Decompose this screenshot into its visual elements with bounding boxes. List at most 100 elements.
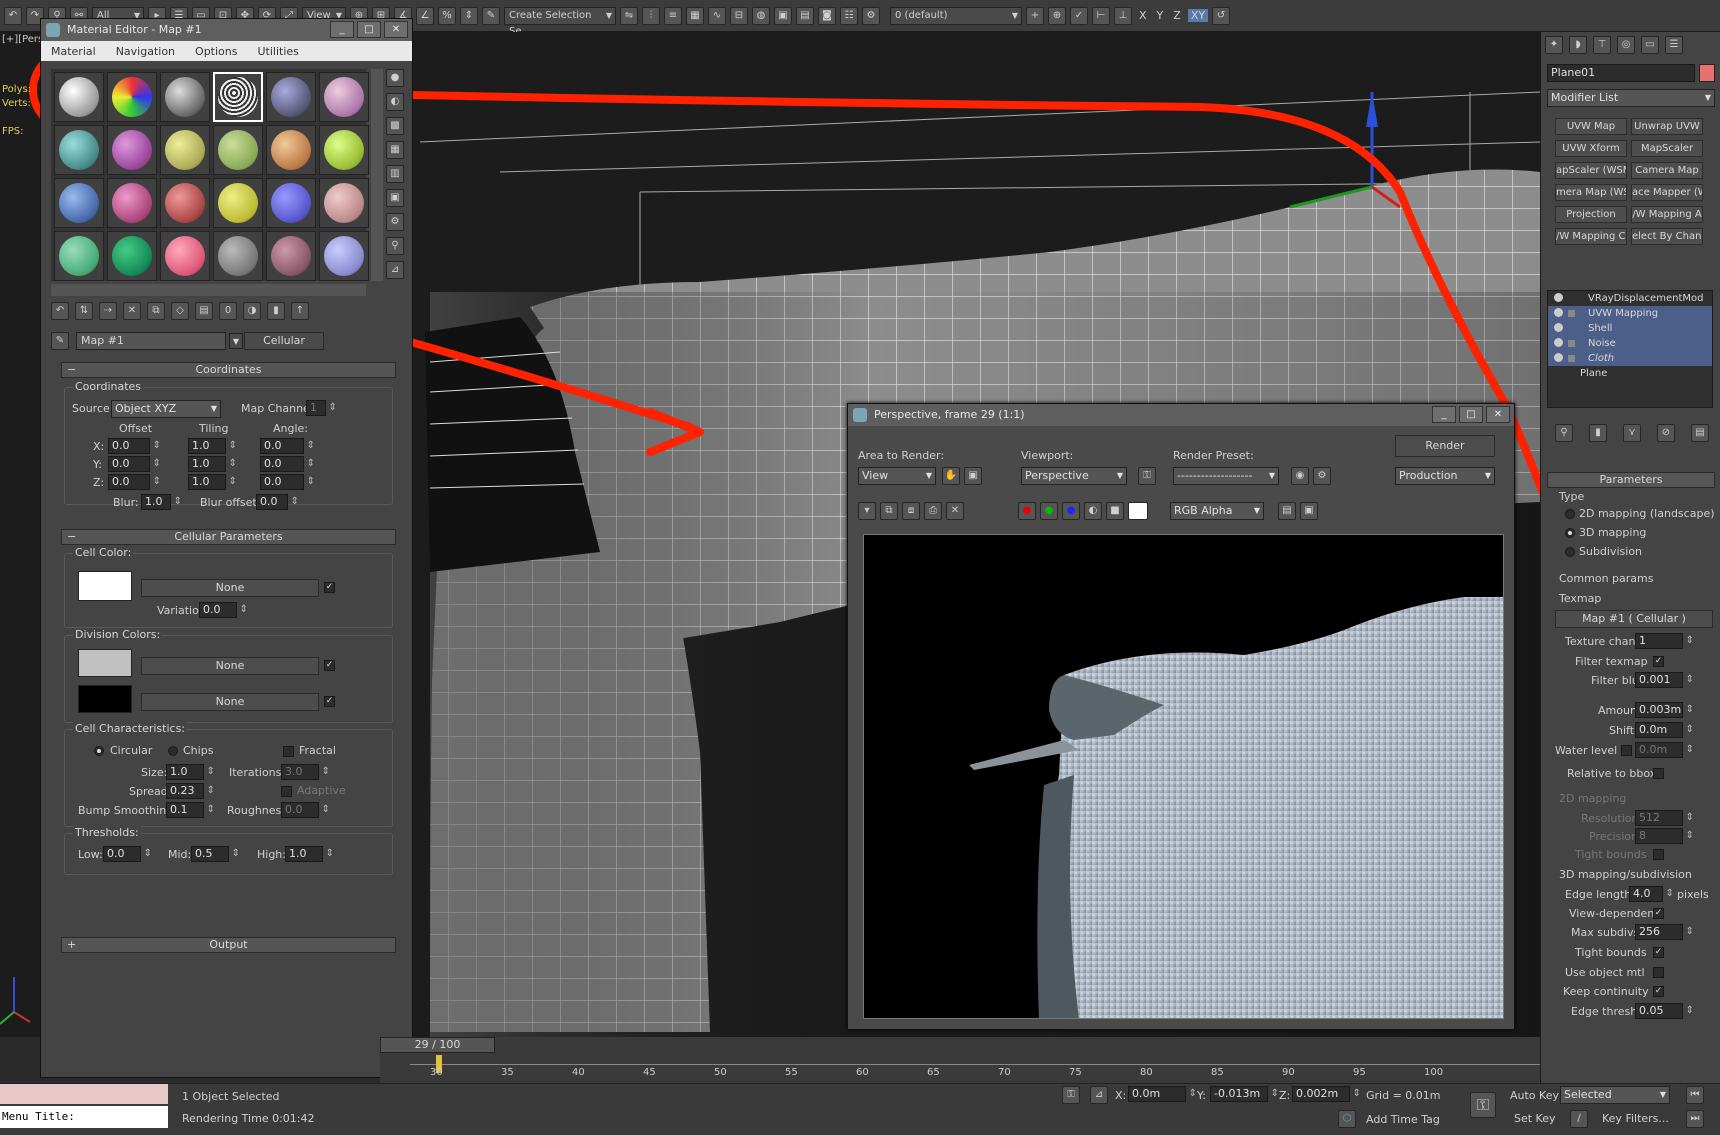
division-map-2-checkbox[interactable]: ✓ — [324, 696, 335, 707]
close-button[interactable]: ✕ — [384, 21, 408, 38]
make-unique-icon[interactable]: ◇ — [171, 302, 189, 320]
bulb-icon[interactable] — [1554, 338, 1563, 347]
sample-slot[interactable] — [160, 72, 210, 122]
tiling-x-spinner[interactable]: 1.0 — [188, 438, 237, 454]
copy-material-icon[interactable]: ⧉ — [147, 302, 165, 320]
tiling-z-spinner[interactable]: 1.0 — [188, 474, 237, 490]
edit-named-sel-icon[interactable]: ✎ — [482, 6, 500, 25]
uv-tiling-icon[interactable]: ▦ — [386, 141, 404, 159]
add-layer-icon[interactable]: + — [1026, 6, 1044, 25]
bulb-icon[interactable] — [1554, 323, 1563, 332]
sample-slot[interactable] — [54, 231, 104, 281]
minimize-button[interactable]: _ — [330, 21, 354, 38]
modifier-button[interactable]: UVW Xform — [1555, 140, 1627, 157]
sample-slot[interactable] — [160, 125, 210, 175]
sample-slot[interactable] — [266, 178, 316, 228]
select-by-material-icon[interactable]: ⚲ — [386, 237, 404, 255]
percent-snap-icon[interactable]: % — [438, 6, 456, 25]
key-tangent-icon[interactable]: ∕ — [1570, 1110, 1588, 1128]
clear-image-icon[interactable]: ✕ — [946, 502, 964, 520]
edit-region-icon[interactable]: ✋ — [942, 467, 960, 485]
angle-z-spinner[interactable]: 0.0 — [260, 474, 315, 490]
type-2d-radio[interactable] — [1565, 509, 1575, 519]
named-selection-dropdown[interactable]: Create Selection Se — [504, 6, 616, 37]
create-tab-icon[interactable]: ✦ — [1545, 36, 1563, 54]
sample-slot[interactable] — [54, 125, 104, 175]
division-map-1-button[interactable]: None — [141, 657, 319, 675]
video-color-check-icon[interactable]: ▥ — [386, 165, 404, 183]
render-preset-dropdown[interactable]: ------------------- — [1173, 467, 1279, 485]
set-current-layer-icon[interactable]: ✓ — [1070, 6, 1088, 25]
material-editor-icon[interactable]: ◍ — [752, 6, 770, 25]
adaptive-checkbox[interactable] — [281, 786, 292, 797]
configure-sets-icon[interactable]: ▤ — [1691, 424, 1709, 442]
sample-slot[interactable] — [54, 178, 104, 228]
fractal-checkbox[interactable] — [283, 746, 294, 757]
show-end-result-icon[interactable]: ▮ — [267, 302, 285, 320]
show-end-result-icon[interactable]: ▮ — [1589, 424, 1607, 442]
auto-key-button[interactable]: Auto Key — [1510, 1089, 1559, 1102]
render-setup-icon[interactable]: ◉ — [1291, 467, 1309, 485]
division-color-2-swatch[interactable] — [78, 685, 132, 713]
bump-smoothing-spinner[interactable]: 0.1 — [166, 802, 215, 818]
sample-slot[interactable] — [107, 178, 157, 228]
restrict-icon[interactable]: ⊥ — [1114, 6, 1132, 25]
shift-spinner[interactable]: 0.0m — [1635, 722, 1694, 738]
layer-dropdown[interactable]: 0 (default) — [890, 6, 1022, 25]
spinner-snap-icon[interactable]: ⇕ — [460, 6, 478, 25]
undo-icon[interactable]: ↶ — [4, 6, 22, 25]
map-name-dropdown-icon[interactable]: ▼ — [229, 333, 243, 349]
menu-material[interactable]: Material — [51, 45, 96, 58]
material-id-icon[interactable]: 0 — [219, 302, 237, 320]
cell-color-map-button[interactable]: None — [141, 579, 319, 597]
blue-channel-icon[interactable]: ● — [1062, 502, 1080, 520]
menu-options[interactable]: Options — [195, 45, 237, 58]
expand-icon[interactable] — [1568, 340, 1575, 347]
tight-bounds-checkbox[interactable]: ✓ — [1653, 947, 1664, 958]
axis-xy-button[interactable]: XY — [1187, 9, 1209, 22]
amount-spinner[interactable]: 0.003m — [1635, 702, 1694, 718]
chips-radio[interactable] — [168, 746, 178, 756]
texmap-button[interactable]: Map #1 ( Cellular ) — [1555, 610, 1713, 628]
bulb-icon[interactable] — [1554, 353, 1563, 362]
hierarchy-tab-icon[interactable]: ⊤ — [1593, 36, 1611, 54]
max-subdivs-spinner[interactable]: 256 — [1635, 924, 1694, 940]
absolute-mode-icon[interactable]: ⊿ — [1090, 1086, 1108, 1104]
sample-slot[interactable] — [319, 178, 369, 228]
z-coord-field[interactable]: 0.002m — [1292, 1086, 1361, 1102]
type-subdivision-radio[interactable] — [1565, 547, 1575, 557]
spread-spinner[interactable]: 0.23 — [166, 783, 215, 799]
bulb-icon[interactable] — [1554, 293, 1563, 302]
alpha-channel-icon[interactable]: ◐ — [1084, 502, 1102, 520]
mirror-icon[interactable]: ⇋ — [620, 6, 638, 25]
go-to-parent-icon[interactable]: ↑ — [291, 302, 309, 320]
use-object-mtl-checkbox[interactable] — [1653, 967, 1664, 978]
layer-manager-icon[interactable]: ≡ — [664, 6, 682, 25]
save-image-icon[interactable]: ▾ — [858, 502, 876, 520]
put-to-scene-icon[interactable]: ⇅ — [75, 302, 93, 320]
tiling-y-spinner[interactable]: 1.0 — [188, 456, 237, 472]
select-layer-icon[interactable]: ⊕ — [1048, 6, 1066, 25]
resolution-spinner[interactable]: 512 — [1635, 810, 1694, 826]
sample-type-icon[interactable]: ● — [386, 69, 404, 87]
get-material-icon[interactable]: ↶ — [51, 302, 69, 320]
make-preview-icon[interactable]: ▣ — [386, 189, 404, 207]
stack-item-selected[interactable]: Shell — [1548, 321, 1712, 336]
object-color-swatch[interactable] — [1699, 64, 1715, 82]
edge-thresh-spinner[interactable]: 0.05 — [1635, 1003, 1694, 1019]
expand-icon[interactable] — [1568, 310, 1575, 317]
modifier-button[interactable]: UVW Map — [1555, 118, 1627, 135]
modifier-button[interactable]: MapScaler — [1631, 140, 1703, 157]
selection-lock-icon[interactable]: ⚿ — [1062, 1086, 1080, 1104]
green-channel-icon[interactable]: ● — [1040, 502, 1058, 520]
stack-item-selected[interactable]: UVW Mapping — [1548, 306, 1712, 321]
circular-radio[interactable] — [94, 746, 104, 756]
show-shaded-icon[interactable]: ◑ — [243, 302, 261, 320]
modifier-button[interactable]: apScaler (WSM — [1555, 162, 1627, 179]
high-spinner[interactable]: 1.0 — [285, 846, 334, 862]
monochrome-icon[interactable]: ■ — [1106, 502, 1124, 520]
curve-editor-icon[interactable]: ∿ — [708, 6, 726, 25]
go-to-start-icon[interactable]: ⏮ — [1686, 1086, 1704, 1104]
menu-utilities[interactable]: Utilities — [257, 45, 298, 58]
map-name-field[interactable]: Map #1 ▼ — [76, 332, 243, 350]
